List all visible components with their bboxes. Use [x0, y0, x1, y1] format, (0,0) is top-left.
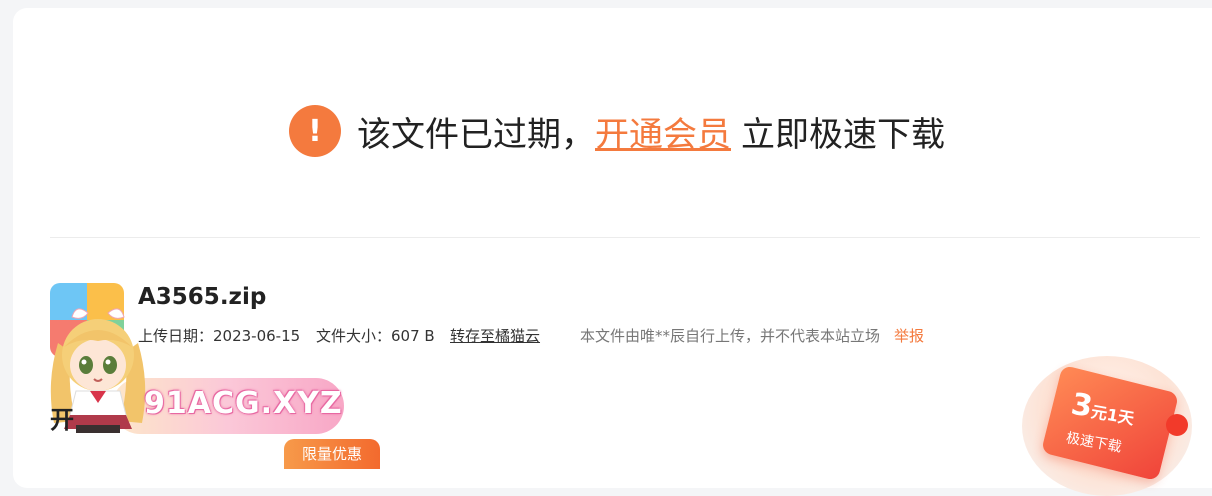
limited-offer-button[interactable]: 限量优惠	[284, 439, 380, 469]
file-size: 文件大小：607 B	[316, 327, 435, 345]
report-link[interactable]: 举报	[894, 325, 924, 346]
fast-download-text: 立即极速下载	[741, 114, 945, 155]
divider	[50, 237, 1200, 238]
expired-text: 该文件已过期，	[357, 114, 595, 155]
expired-notice: ! 该文件已过期， 开通会员 立即极速下载	[289, 104, 945, 158]
watermark-text: 91ACG.XYZ	[144, 386, 343, 421]
promo-tag-icon	[1166, 414, 1188, 436]
open-membership-link[interactable]: 开通会员	[595, 107, 731, 156]
disclaimer-text: 本文件由唯**辰自行上传，并不代表本站立场	[580, 327, 881, 345]
save-to-cloud-link[interactable]: 转存至橘猫云	[450, 325, 540, 346]
upload-date: 上传日期：2023-06-15	[138, 327, 301, 345]
exclamation-icon: !	[289, 105, 341, 157]
promo-price-unit: 元1天	[1089, 402, 1136, 429]
section-heading-partial: 开	[50, 406, 74, 434]
